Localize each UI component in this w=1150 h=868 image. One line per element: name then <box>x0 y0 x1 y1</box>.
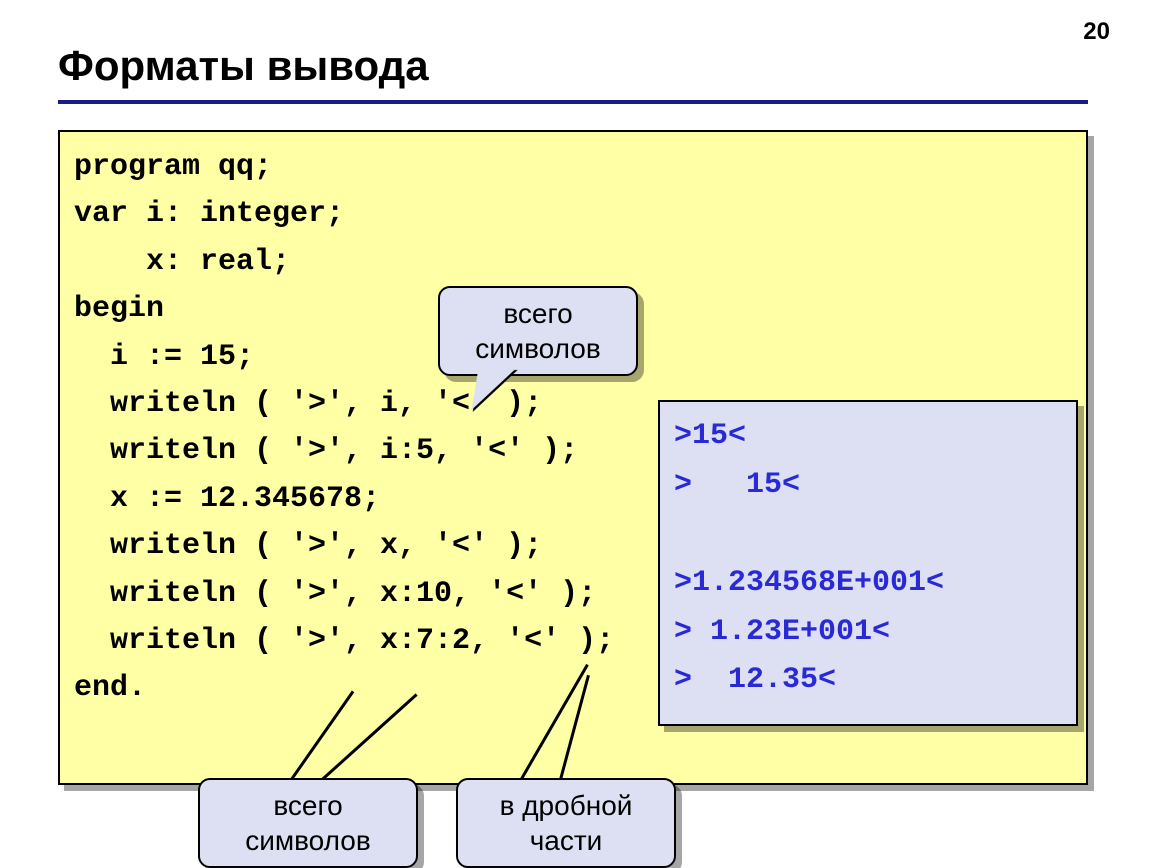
page-number: 20 <box>1083 18 1110 46</box>
output-block: >15< > 15< >1.234568E+001< > 1.23E+001< … <box>658 400 1078 726</box>
callout-fractional-part: в дробной части <box>456 778 676 868</box>
slide-title: Форматы вывода <box>58 42 429 90</box>
callout-total-chars-top: всего символов <box>438 286 638 376</box>
callout-total-chars-bottom: всего символов <box>198 778 418 868</box>
title-underline <box>58 100 1088 104</box>
